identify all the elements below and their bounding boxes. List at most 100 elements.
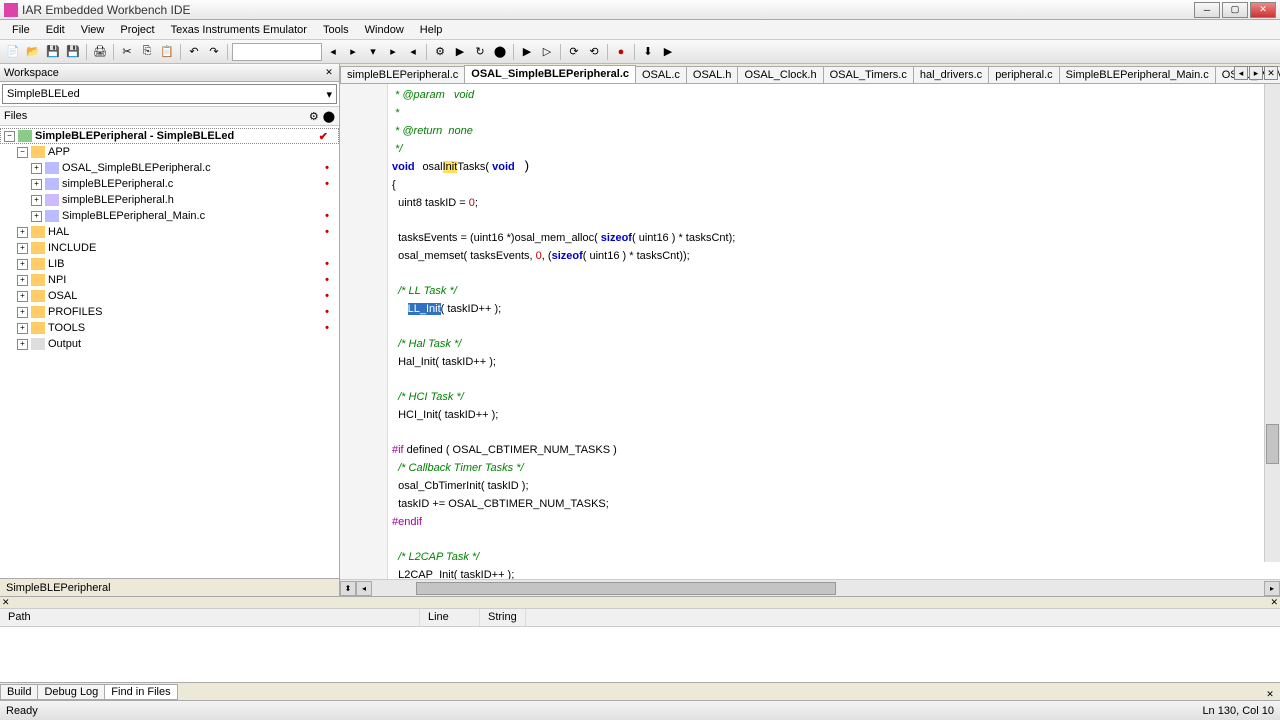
tab-debug-log[interactable]: Debug Log	[37, 684, 105, 700]
file-node[interactable]: + simpleBLEPeripheral.h	[0, 192, 339, 208]
expander-icon[interactable]: +	[17, 259, 28, 270]
folder-profiles[interactable]: +PROFILES•	[0, 304, 339, 320]
find-prev-icon[interactable]: ◂	[324, 43, 342, 61]
find-combo[interactable]	[232, 43, 322, 61]
save-all-icon[interactable]: 💾	[64, 43, 82, 61]
menu-file[interactable]: File	[4, 22, 38, 38]
expander-icon[interactable]: +	[17, 339, 28, 350]
config-combo[interactable]: SimpleBLELed ▾	[2, 84, 337, 104]
folder-app[interactable]: − APP	[0, 144, 339, 160]
tab-scroll-left-icon[interactable]: ◂	[1234, 66, 1248, 80]
cut-icon[interactable]: ✂	[118, 43, 136, 61]
tab-peripheral-c[interactable]: peripheral.c	[988, 66, 1059, 83]
scrollbar-thumb[interactable]	[416, 582, 836, 595]
open-file-icon[interactable]: 📂	[24, 43, 42, 61]
download-icon[interactable]: ⬇	[639, 43, 657, 61]
compile-icon[interactable]: ⚙	[431, 43, 449, 61]
workspace-close-icon[interactable]: ✕	[323, 67, 335, 79]
tab-osal-c[interactable]: OSAL.c	[635, 66, 687, 83]
expander-icon[interactable]: +	[17, 307, 28, 318]
save-icon[interactable]: 💾	[44, 43, 62, 61]
paste-icon[interactable]: 📋	[158, 43, 176, 61]
folder-hal[interactable]: +HAL•	[0, 224, 339, 240]
split-icon[interactable]: ⬍	[340, 581, 356, 596]
expander-icon[interactable]: +	[17, 275, 28, 286]
code-editor[interactable]: * @param void * * @return none */ void o…	[340, 84, 1280, 579]
go-icon[interactable]: ▶	[659, 43, 677, 61]
minimize-button[interactable]: ─	[1194, 2, 1220, 18]
expander-icon[interactable]: −	[4, 131, 15, 142]
panel-close-icon[interactable]: ✕	[1270, 597, 1278, 608]
tab-hal-drivers-c[interactable]: hal_drivers.c	[913, 66, 989, 83]
menu-view[interactable]: View	[73, 22, 113, 38]
file-node[interactable]: + OSAL_SimpleBLEPeripheral.c •	[0, 160, 339, 176]
scroll-left-icon[interactable]: ◂	[356, 581, 372, 596]
expander-icon[interactable]: +	[31, 163, 42, 174]
stop-build-icon[interactable]: ↻	[471, 43, 489, 61]
files-col-icon[interactable]: ⬤	[323, 110, 335, 123]
horizontal-scrollbar[interactable]: ⬍◂ ▸	[340, 579, 1280, 596]
file-node[interactable]: + simpleBLEPeripheral.c •	[0, 176, 339, 192]
close-button[interactable]: ✕	[1250, 2, 1276, 18]
tab-osal-clock-h[interactable]: OSAL_Clock.h	[737, 66, 823, 83]
tab-find-in-files[interactable]: Find in Files	[104, 684, 177, 700]
col-path[interactable]: Path	[0, 609, 420, 626]
folder-npi[interactable]: +NPI•	[0, 272, 339, 288]
results-body[interactable]	[0, 627, 1280, 682]
workspace-bottom-tab[interactable]: SimpleBLEPeripheral	[0, 578, 339, 596]
find-next-icon[interactable]: ▸	[344, 43, 362, 61]
menu-tools[interactable]: Tools	[315, 22, 357, 38]
expander-icon[interactable]: +	[31, 211, 42, 222]
undo-icon[interactable]: ↶	[185, 43, 203, 61]
breakpoint-red-icon[interactable]: ●	[612, 43, 630, 61]
scroll-right-icon[interactable]: ▸	[1264, 581, 1280, 596]
scrollbar-thumb[interactable]	[1266, 424, 1279, 464]
menu-help[interactable]: Help	[412, 22, 451, 38]
tab-main-c[interactable]: SimpleBLEPeripheral_Main.c	[1059, 66, 1216, 83]
panel-close-icon[interactable]: ✕	[1264, 688, 1276, 700]
folder-lib[interactable]: +LIB•	[0, 256, 339, 272]
folder-include[interactable]: +INCLUDE	[0, 240, 339, 256]
make-restart-icon[interactable]: ⟳	[565, 43, 583, 61]
maximize-button[interactable]: ▢	[1222, 2, 1248, 18]
tab-build[interactable]: Build	[0, 684, 38, 700]
menu-project[interactable]: Project	[112, 22, 162, 38]
folder-tools[interactable]: +TOOLS•	[0, 320, 339, 336]
bookmark-next-icon[interactable]: ▸	[384, 43, 402, 61]
tab-osal-h[interactable]: OSAL.h	[686, 66, 739, 83]
folder-osal[interactable]: +OSAL•	[0, 288, 339, 304]
copy-icon[interactable]: ⎘	[138, 43, 156, 61]
debug-icon[interactable]: ▶	[518, 43, 536, 61]
bookmark-prev-icon[interactable]: ◂	[404, 43, 422, 61]
tab-osal-timers-c[interactable]: OSAL_Timers.c	[823, 66, 914, 83]
tab-close-icon[interactable]: ✕	[1264, 66, 1278, 80]
expander-icon[interactable]: +	[31, 195, 42, 206]
file-node[interactable]: + SimpleBLEPeripheral_Main.c •	[0, 208, 339, 224]
expander-icon[interactable]: +	[17, 323, 28, 334]
bookmark-toggle-icon[interactable]: ▾	[364, 43, 382, 61]
tab-simplebleperi-c[interactable]: simpleBLEPeripheral.c	[340, 66, 465, 83]
vertical-scrollbar[interactable]	[1264, 84, 1280, 562]
expander-icon[interactable]: +	[17, 227, 28, 238]
new-file-icon[interactable]: 📄	[4, 43, 22, 61]
expander-icon[interactable]: +	[17, 291, 28, 302]
print-icon[interactable]: 🖨	[91, 43, 109, 61]
menu-edit[interactable]: Edit	[38, 22, 73, 38]
menu-ti-emulator[interactable]: Texas Instruments Emulator	[163, 22, 315, 38]
redo-icon[interactable]: ↷	[205, 43, 223, 61]
expander-icon[interactable]: +	[17, 243, 28, 254]
toggle-breakpoint-icon[interactable]: ⬤	[491, 43, 509, 61]
files-col-icon[interactable]: ⚙	[309, 110, 319, 123]
folder-output[interactable]: +Output	[0, 336, 339, 352]
restart-icon[interactable]: ⟲	[585, 43, 603, 61]
panel-close-icon[interactable]: ✕	[2, 597, 10, 608]
file-tree[interactable]: − SimpleBLEPeripheral - SimpleBLELed ✔ −…	[0, 126, 339, 578]
tab-scroll-right-icon[interactable]: ▸	[1249, 66, 1263, 80]
col-string[interactable]: String	[480, 609, 526, 626]
code-content[interactable]: * @param void * * @return none */ void o…	[388, 84, 1280, 579]
expander-icon[interactable]: −	[17, 147, 28, 158]
expander-icon[interactable]: +	[31, 179, 42, 190]
debug-no-download-icon[interactable]: ▷	[538, 43, 556, 61]
tab-osal-simplebleperi-c[interactable]: OSAL_SimpleBLEPeripheral.c	[464, 65, 636, 83]
menu-window[interactable]: Window	[357, 22, 412, 38]
